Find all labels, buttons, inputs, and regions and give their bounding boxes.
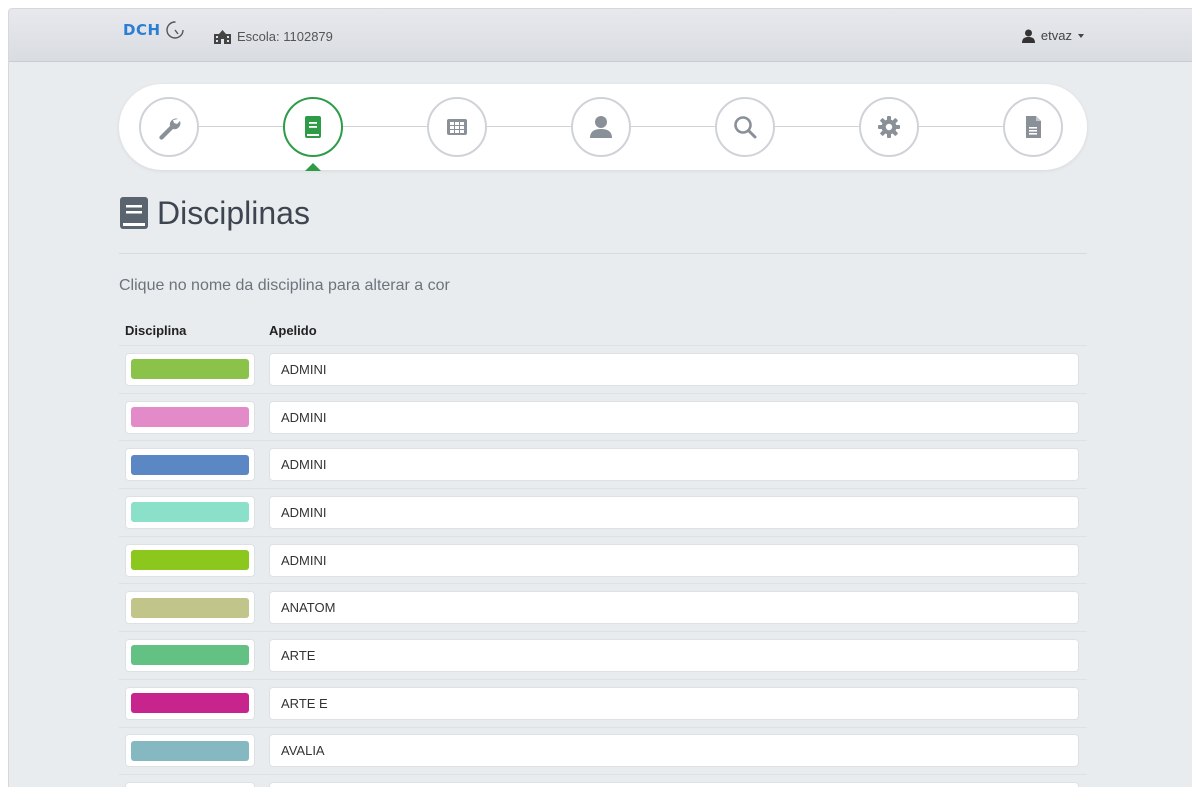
- document-icon: [1026, 116, 1041, 138]
- brand-logo[interactable]: DCH: [123, 20, 185, 40]
- alias-field[interactable]: ADMINI: [269, 400, 1079, 434]
- column-header-disciplina: Disciplina: [125, 323, 187, 338]
- discipline-color-button[interactable]: [125, 734, 255, 768]
- step-tools[interactable]: [139, 97, 199, 157]
- brand-name: DCH: [123, 21, 161, 39]
- alias-field[interactable]: ADMINI: [269, 352, 1079, 386]
- alias-field[interactable]: ARTE: [269, 638, 1079, 672]
- color-swatch: [131, 597, 249, 618]
- alias-field[interactable]: AVALIA: [269, 734, 1079, 768]
- discipline-color-button[interactable]: [125, 638, 255, 672]
- gear-icon: [878, 116, 900, 138]
- step-schedule[interactable]: [427, 97, 487, 157]
- user-icon: [590, 116, 612, 138]
- alias-field[interactable]: [269, 782, 1079, 787]
- instruction-text: Clique no nome da disciplina para altera…: [119, 277, 450, 294]
- book-icon: [305, 116, 321, 138]
- table-row: ANATOM: [119, 584, 1087, 633]
- discipline-color-button[interactable]: [125, 495, 255, 529]
- page-title: Disciplinas: [157, 195, 310, 231]
- column-header-apelido: Apelido: [269, 323, 317, 338]
- table-row: ADMINI: [119, 489, 1087, 537]
- active-step-pointer: [305, 163, 321, 171]
- book-icon: [120, 196, 148, 229]
- discipline-color-button[interactable]: [125, 448, 255, 482]
- table-header: Disciplina Apelido: [119, 316, 1087, 346]
- table-row: ADMINI: [119, 441, 1087, 490]
- user-menu[interactable]: etvaz: [1021, 28, 1084, 43]
- user-name: etvaz: [1040, 28, 1072, 43]
- color-swatch: [131, 407, 249, 428]
- alias-field[interactable]: ARTE E: [269, 686, 1079, 720]
- table-row: ARTE E: [119, 680, 1087, 728]
- discipline-color-button[interactable]: [125, 782, 255, 787]
- alias-field[interactable]: ANATOM: [269, 591, 1079, 625]
- dial-icon: [165, 21, 184, 39]
- color-swatch: [131, 454, 249, 475]
- school-label: Escola: 1102879: [237, 29, 333, 44]
- discipline-color-button[interactable]: [125, 543, 255, 577]
- discipline-color-button[interactable]: [125, 591, 255, 625]
- discipline-color-button[interactable]: [125, 352, 255, 386]
- color-swatch: [131, 359, 249, 380]
- step-teachers[interactable]: [571, 97, 631, 157]
- wrench-icon: [159, 118, 181, 140]
- alias-field[interactable]: ADMINI: [269, 495, 1079, 529]
- school-indicator: Escola: 1102879: [214, 29, 333, 44]
- color-swatch: [131, 693, 249, 714]
- app-window: DCH Escola: 1102879 etvaz Disciplinas Cl…: [8, 8, 1192, 787]
- title-divider: [119, 253, 1087, 254]
- school-building-icon: [214, 29, 231, 44]
- discipline-color-button[interactable]: [125, 686, 255, 720]
- step-search[interactable]: [715, 97, 775, 157]
- page-heading: Disciplinas: [119, 195, 310, 232]
- top-navbar: DCH Escola: 1102879 etvaz: [9, 9, 1192, 62]
- step-report[interactable]: [1003, 97, 1063, 157]
- table-row: ARTE: [119, 632, 1087, 680]
- color-swatch: [131, 645, 249, 666]
- alias-field[interactable]: ADMINI: [269, 543, 1079, 577]
- grid-icon: [447, 119, 467, 135]
- color-swatch: [131, 740, 249, 761]
- caret-down-icon: [1078, 33, 1084, 38]
- step-disciplines[interactable]: [283, 97, 343, 157]
- discipline-color-button[interactable]: [125, 400, 255, 434]
- disciplines-table: Disciplina Apelido ADMINI ADMINI ADMINI …: [119, 316, 1087, 787]
- table-row: AVALIA: [119, 728, 1087, 776]
- search-icon: [734, 116, 757, 139]
- color-swatch: [131, 502, 249, 523]
- table-row: ADMINI: [119, 394, 1087, 442]
- table-row: [119, 775, 1087, 787]
- step-settings[interactable]: [859, 97, 919, 157]
- color-swatch: [131, 550, 249, 571]
- wizard-stepper: [119, 84, 1087, 170]
- alias-field[interactable]: ADMINI: [269, 448, 1079, 482]
- table-row: ADMINI: [119, 346, 1087, 394]
- table-row: ADMINI: [119, 537, 1087, 585]
- user-icon: [1021, 29, 1035, 43]
